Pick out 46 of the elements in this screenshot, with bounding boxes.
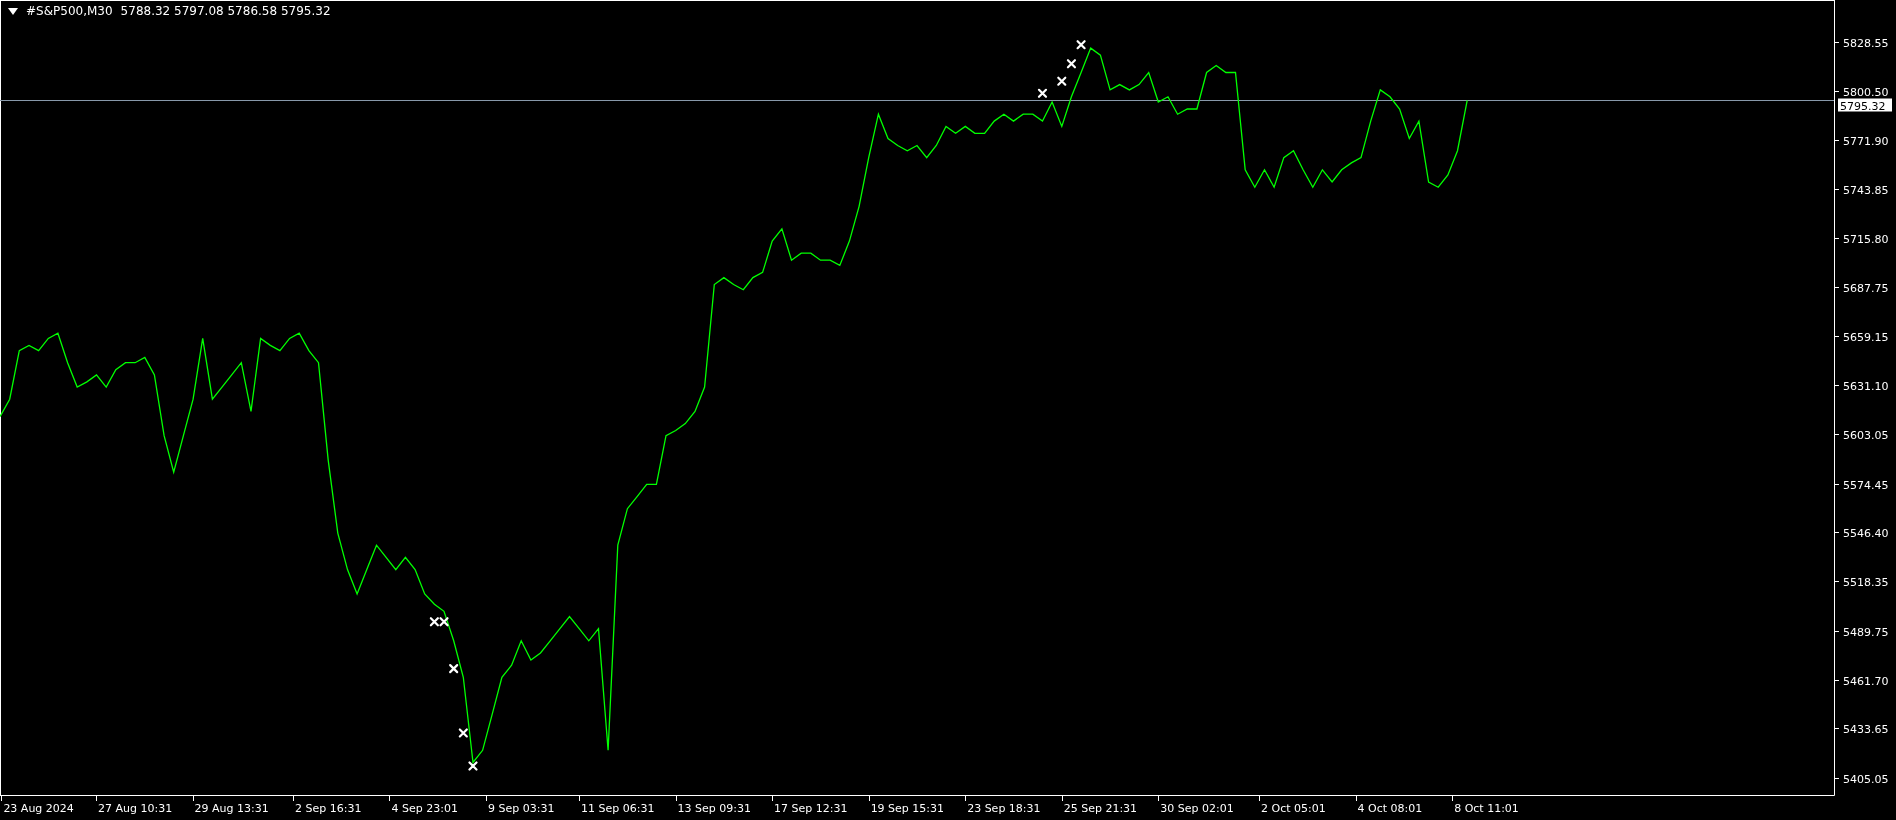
axis-tick-label: 5489.75 xyxy=(1843,625,1889,639)
axis-tick-label: 19 Sep 15:31 xyxy=(870,802,945,815)
trade-marker-icon xyxy=(468,761,478,771)
trade-marker-icon xyxy=(429,617,439,627)
axis-tick-label: 5461.70 xyxy=(1843,674,1889,688)
symbol-label: #S&P500,M30 xyxy=(26,4,113,18)
axis-tick-label: 23 Aug 2024 xyxy=(3,802,74,815)
axis-tick-label: 27 Aug 10:31 xyxy=(98,802,173,815)
axis-tick-label: 9 Sep 03:31 xyxy=(488,802,555,815)
axis-tick-label: 5518.35 xyxy=(1843,575,1889,589)
axis-tick-label: 4 Oct 08:01 xyxy=(1357,802,1423,815)
trade-marker-icon xyxy=(449,664,459,674)
quote-values: 5788.32 5797.08 5786.58 5795.32 xyxy=(120,4,331,18)
axis-tick-label: 2 Sep 16:31 xyxy=(294,802,362,815)
axis-tick-label: 4 Sep 23:01 xyxy=(391,802,458,815)
dropdown-icon[interactable] xyxy=(8,7,18,15)
axis-tick-label: 5405.05 xyxy=(1843,772,1889,786)
axis-tick-label: 30 Sep 02:01 xyxy=(1160,802,1234,815)
axis-tick-label: 17 Sep 12:31 xyxy=(774,802,848,815)
trade-marker-icon xyxy=(1066,59,1077,69)
axis-tick-label: 8 Oct 11:01 xyxy=(1454,802,1519,815)
trade-marker-icon xyxy=(1037,88,1048,98)
axis-tick-label: 2 Oct 05:01 xyxy=(1261,802,1326,815)
trade-marker-icon xyxy=(439,617,449,627)
current-price-tag: 5795.32 xyxy=(1838,98,1892,113)
axis-tick-label: 5771.90 xyxy=(1843,134,1889,148)
axis-tick-label: 11 Sep 06:31 xyxy=(581,802,655,815)
trade-marker-icon xyxy=(458,728,468,738)
axis-tick-label: 5743.85 xyxy=(1843,183,1889,197)
axis-tick-label: 5631.10 xyxy=(1843,379,1889,393)
trade-marker-icon xyxy=(1057,76,1067,86)
axis-tick-label: 5603.05 xyxy=(1843,428,1889,442)
axis-tick-label: 5800.50 xyxy=(1843,85,1889,99)
axis-tick-label: 5546.40 xyxy=(1843,526,1889,540)
axis-tick-label: 5574.45 xyxy=(1843,478,1889,492)
axis-tick-label: 5715.80 xyxy=(1843,232,1889,246)
axis-tick-label: 13 Sep 09:31 xyxy=(677,802,751,815)
axis-tick-label: 5828.55 xyxy=(1843,36,1889,50)
axis-tick-label: 25 Sep 21:31 xyxy=(1063,802,1138,815)
trade-marker-icon xyxy=(1076,40,1086,50)
axis-tick-label: 5659.15 xyxy=(1843,330,1889,344)
axis-tick-label: 5433.65 xyxy=(1843,722,1889,736)
axis-tick-label: 5687.75 xyxy=(1843,281,1889,295)
axis-tick-label: 23 Sep 18:31 xyxy=(967,802,1041,815)
axis-tick-label: 29 Aug 13:31 xyxy=(194,802,269,815)
ref-line-label: 5795.32 xyxy=(1840,99,1886,113)
